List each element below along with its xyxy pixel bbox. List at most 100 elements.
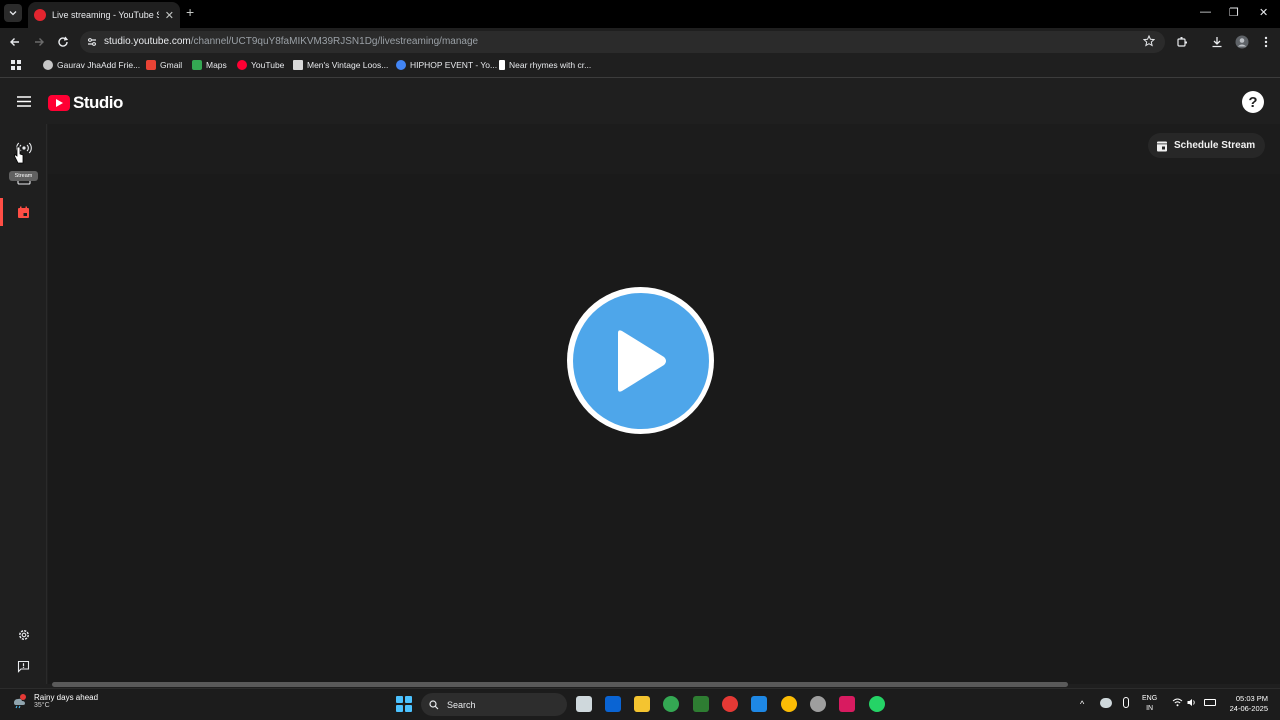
lang-line2: IN	[1146, 705, 1154, 712]
wifi-icon[interactable]	[1172, 698, 1183, 707]
forward-button[interactable]	[31, 34, 47, 50]
new-tab-button[interactable]: +	[186, 5, 194, 19]
lang-line1: ENG	[1142, 695, 1158, 702]
puzzle-icon	[1177, 37, 1187, 47]
left-navigation-rail	[0, 124, 47, 684]
minimize-window-button[interactable]: —	[1200, 6, 1211, 18]
address-bar[interactable]: studio.youtube.com/channel/UCT9quY8faMIK…	[80, 31, 1165, 53]
task-view-icon[interactable]	[576, 696, 592, 712]
horizontal-scrollbar[interactable]	[52, 682, 1068, 687]
youtube-logo-icon	[48, 95, 70, 111]
video-play-button[interactable]	[567, 287, 714, 434]
close-tab-icon[interactable]: ✕	[165, 9, 174, 22]
youtube-favicon-icon	[34, 9, 46, 21]
weather-title: Rainy days ahead	[34, 693, 99, 702]
profile-avatar[interactable]	[1234, 34, 1250, 50]
bookmark-label: Men's Vintage Loos...	[307, 60, 389, 70]
volume-icon[interactable]	[1187, 698, 1197, 707]
file-explorer-icon[interactable]	[634, 696, 650, 712]
bookmark-label: Gaurav JhaAdd Frie...	[57, 60, 141, 70]
tab-search-button[interactable]	[4, 4, 22, 22]
apps-shortcut[interactable]	[11, 60, 21, 70]
browser-toolbar: studio.youtube.com/channel/UCT9quY8faMIK…	[0, 28, 1280, 56]
start-button[interactable]	[396, 696, 412, 712]
media-app-icon[interactable]	[839, 696, 855, 712]
bookmark-star-icon[interactable]	[1143, 35, 1155, 47]
tab-title: Live streaming - YouTube Studio	[52, 10, 159, 20]
browser-tab[interactable]: Live streaming - YouTube Studio ✕	[28, 2, 180, 28]
windows-taskbar: Rainy days ahead 35°C Search ^ ENG IN 05…	[0, 688, 1280, 720]
site-info-icon[interactable]	[86, 36, 98, 48]
bookmark-item[interactable]: Maps	[192, 60, 227, 70]
arrow-left-icon	[10, 38, 19, 46]
play-icon	[617, 329, 666, 392]
url-path: /channel/UCT9quY8faMIKVM39RJSN1Dg/livest…	[190, 36, 479, 47]
bookmark-label: Gmail	[160, 60, 183, 70]
weather-rain-icon	[14, 694, 26, 709]
bookmark-item[interactable]: YouTube	[237, 60, 284, 70]
page-favicon-icon	[293, 60, 303, 70]
back-button[interactable]	[7, 34, 23, 50]
project-app-icon[interactable]	[693, 696, 709, 712]
restore-window-button[interactable]: ❐	[1229, 6, 1239, 19]
close-window-button[interactable]: ✕	[1259, 6, 1268, 19]
system-clock[interactable]: 05:03 PM 24-06-2025	[1224, 694, 1268, 714]
microphone-icon[interactable]	[1123, 697, 1129, 708]
maps-icon	[192, 60, 202, 70]
opera-icon[interactable]	[722, 696, 738, 712]
mouse-cursor-icon	[14, 146, 24, 164]
studio-header: Studio ?	[0, 80, 1280, 124]
bookmark-item[interactable]: Near rhymes with cr...	[499, 60, 591, 70]
play-circle	[572, 292, 709, 429]
onedrive-icon[interactable]	[1100, 698, 1112, 708]
bookmark-item[interactable]: Men's Vintage Loos...	[293, 60, 388, 70]
schedule-stream-label: Schedule Stream	[1174, 140, 1256, 151]
event-favicon-icon	[396, 60, 406, 70]
tray-chevron-up-icon[interactable]: ^	[1080, 699, 1084, 709]
battery-icon[interactable]	[1204, 699, 1216, 706]
bookmark-label: YouTube	[251, 60, 285, 70]
download-icon	[1212, 37, 1222, 48]
extensions-button[interactable]	[1174, 34, 1190, 50]
reload-button[interactable]	[55, 34, 71, 50]
hamburger-menu-button[interactable]	[17, 96, 31, 107]
bookmarks-bar: Gaurav JhaAdd Frie... Gmail Maps YouTube…	[0, 56, 1280, 78]
clock-date: 24-06-2025	[1229, 704, 1268, 713]
url-text: studio.youtube.com/channel/UCT9quY8faMIK…	[104, 36, 478, 47]
rail-item-manage[interactable]	[0, 198, 47, 226]
search-label: Search	[447, 699, 476, 710]
logo-text: Studio	[73, 93, 123, 112]
arrow-right-icon	[35, 38, 44, 46]
app-icon[interactable]	[810, 696, 826, 712]
language-indicator[interactable]: ENG IN	[1142, 694, 1157, 714]
more-vertical-icon	[1264, 36, 1268, 48]
schedule-stream-button[interactable]: Schedule Stream	[1148, 133, 1266, 158]
browser-menu-button[interactable]	[1258, 34, 1274, 50]
outlook-icon[interactable]	[605, 696, 621, 712]
youtube-icon	[237, 60, 247, 70]
rail-item-settings[interactable]	[0, 621, 47, 649]
downloads-button[interactable]	[1209, 34, 1225, 50]
feedback-icon	[17, 660, 30, 673]
web-app-icon[interactable]	[751, 696, 767, 712]
rail-item-feedback[interactable]	[0, 652, 47, 680]
help-button[interactable]: ?	[1242, 91, 1264, 113]
bookmark-item[interactable]: Gmail	[146, 60, 182, 70]
taskbar-search[interactable]: Search	[421, 693, 567, 716]
calendar-icon	[18, 206, 29, 218]
gear-icon	[18, 630, 29, 640]
whatsapp-icon[interactable]	[869, 696, 885, 712]
chrome-icon[interactable]	[663, 696, 679, 712]
studio-logo[interactable]: Studio	[48, 93, 123, 113]
weather-widget[interactable]: Rainy days ahead 35°C	[12, 693, 98, 709]
stream-tooltip: Stream	[9, 171, 38, 181]
chrome-profile-icon[interactable]	[781, 696, 797, 712]
browser-tab-strip: Live streaming - YouTube Studio ✕ + — ❐ …	[0, 0, 1280, 28]
main-top-band	[48, 124, 1280, 174]
chevron-down-icon	[9, 11, 17, 16]
bookmark-item[interactable]: HIPHOP EVENT - Yo...	[396, 60, 497, 70]
bookmark-favicon-icon	[43, 60, 53, 70]
bookmark-item[interactable]: Gaurav JhaAdd Frie...	[43, 60, 140, 70]
avatar-icon	[1235, 35, 1249, 49]
weather-temp: 35°C	[34, 702, 50, 709]
